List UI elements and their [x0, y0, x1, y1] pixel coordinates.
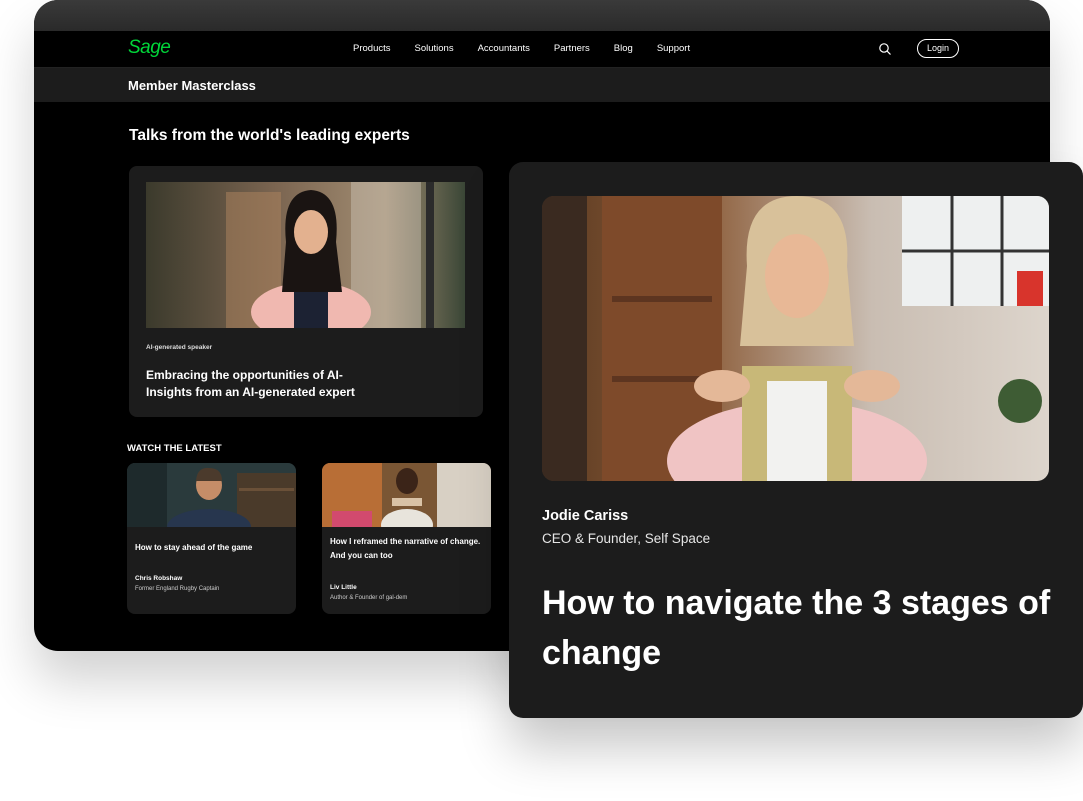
video-card[interactable]: How to stay ahead of the game Chris Robs… — [127, 463, 296, 614]
nav-item-solutions[interactable]: Solutions — [415, 43, 454, 54]
nav-item-partners[interactable]: Partners — [554, 43, 590, 54]
feature-thumbnail[interactable] — [146, 182, 465, 328]
video-card-speaker-role: Author & Founder of gal-dem — [330, 595, 408, 601]
video-thumbnail[interactable] — [127, 463, 296, 527]
top-navbar: Sage Products Solutions Accountants Part… — [34, 31, 1050, 68]
featured-talk-card[interactable]: Jodie Cariss CEO & Founder, Self Space H… — [509, 162, 1083, 718]
speaker-role: CEO & Founder, Self Space — [542, 531, 711, 546]
nav-item-blog[interactable]: Blog — [614, 43, 633, 54]
window-chrome — [34, 0, 1050, 31]
nav-item-accountants[interactable]: Accountants — [478, 43, 530, 54]
video-card-speaker: Liv Little — [330, 584, 357, 591]
feature-card[interactable]: AI-generated speaker Embracing the oppor… — [129, 166, 483, 417]
nav-item-products[interactable]: Products — [353, 43, 391, 54]
video-thumbnail[interactable] — [322, 463, 491, 527]
video-card-title[interactable]: How I reframed the narrative of change. … — [330, 535, 482, 563]
talk-title[interactable]: How to navigate the 3 stages of change — [542, 578, 1052, 678]
featured-video-thumbnail[interactable] — [542, 196, 1049, 481]
login-button[interactable]: Login — [917, 39, 959, 58]
subheader-bar: Member Masterclass — [34, 68, 1050, 102]
watch-latest-label: WATCH THE LATEST — [127, 443, 222, 454]
nav-item-support[interactable]: Support — [657, 43, 690, 54]
video-card[interactable]: How I reframed the narrative of change. … — [322, 463, 491, 614]
speaker-name: Jodie Cariss — [542, 508, 629, 524]
video-card-speaker: Chris Robshaw — [135, 575, 183, 582]
section-title: Talks from the world's leading experts — [129, 127, 410, 144]
search-icon[interactable] — [878, 42, 892, 56]
video-card-speaker-role: Former England Rugby Captain — [135, 586, 220, 592]
video-card-title[interactable]: How to stay ahead of the game — [135, 541, 287, 555]
feature-title[interactable]: Embracing the opportunities of AI-Insigh… — [146, 367, 376, 401]
sage-logo[interactable]: Sage — [128, 37, 171, 59]
feature-tag: AI-generated speaker — [146, 344, 213, 351]
subheader-title: Member Masterclass — [128, 78, 256, 93]
nav-links: Products Solutions Accountants Partners … — [353, 43, 714, 54]
